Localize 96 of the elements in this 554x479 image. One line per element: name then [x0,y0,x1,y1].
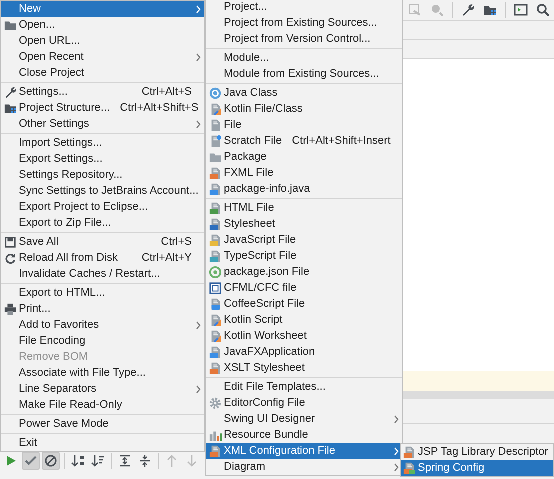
menu-item[interactable]: Export Project to Eclipse... [1,199,204,215]
stop-button[interactable] [42,452,60,470]
menu-item[interactable]: Swing UI Designer [206,411,402,427]
sort-icon [71,454,85,468]
menu-item[interactable]: Settings... Ctrl+Alt+S [1,84,204,100]
collapse-all-icon [138,454,152,468]
menu-item[interactable]: Open Recent [1,49,204,65]
menu-item[interactable]: JSP Tag Library Descriptor [401,444,553,460]
menu-item[interactable]: XML Configuration File [206,443,402,459]
circle-icon [208,86,222,100]
gear-icon [208,396,222,410]
menu-item[interactable]: Project Structure... Ctrl+Alt+Shift+S [1,100,204,116]
menu-item[interactable]: Export to Zip File... [1,215,204,231]
menu-item[interactable]: Invalidate Caches / Restart... [1,266,204,282]
wrench-icon [461,3,475,17]
expand-all-icon [118,454,132,468]
menu-item[interactable]: JavaFXApplication [206,344,402,360]
menu-item[interactable]: Kotlin Script [206,312,402,328]
document-icon [208,166,222,180]
menu-item[interactable]: HTML File [206,200,402,216]
menu-item[interactable]: package-info.java [206,181,402,197]
menu-item[interactable]: FXML File [206,165,402,181]
folder-grid-icon [483,3,497,17]
menu-item[interactable]: Make File Read-Only [1,397,204,413]
shortcut-label: Ctrl+Alt+Shift+S [119,102,199,114]
search-button[interactable] [534,1,552,19]
document-icon [208,182,222,196]
menu-item[interactable]: File Encoding [1,333,204,349]
check-icon [24,454,38,468]
document-icon [208,362,222,374]
ring-icon [208,266,222,278]
menu-item[interactable]: Export Settings... [1,151,204,167]
menu-item[interactable]: Associate with File Type... [1,365,204,381]
up-arrow-icon [165,454,179,468]
document-icon [208,250,222,262]
square-icon [208,282,222,294]
check-button[interactable] [22,452,40,470]
menu-item[interactable]: Print... [1,301,204,317]
menu-item[interactable]: Sync Settings to JetBrains Account... [1,183,204,199]
menu-item[interactable]: Module from Existing Sources... [206,66,402,82]
menu-item[interactable]: JavaScript File [206,232,402,248]
menu-item[interactable]: Project... [206,0,402,15]
refresh-icon [4,252,16,264]
menu-item[interactable]: Spring Config [401,460,553,476]
menu-item[interactable]: New [1,1,204,17]
menu-item[interactable]: CFML/CFC file [206,280,402,296]
menu-item[interactable]: Edit File Templates... [206,379,402,395]
down-arrow-icon [185,454,199,468]
menu-item[interactable]: Import Settings... [1,135,204,151]
menu-item[interactable]: Close Project [1,65,204,81]
document-icon [208,346,222,358]
menu-item[interactable]: File [206,117,402,133]
menu-item[interactable]: Kotlin File/Class [206,101,402,117]
document-icon [208,444,222,458]
sort-icon [91,454,105,468]
wrench-icon [4,86,16,98]
shortcut-label: Ctrl+Alt+Shift+Insert [291,135,391,147]
menu-item[interactable]: Module... [206,50,402,66]
printer-icon [4,302,16,316]
document-icon [208,234,222,246]
document-icon [403,446,416,458]
menu-item[interactable]: Diagram [206,459,402,475]
menu-item[interactable]: EditorConfig File [206,395,402,411]
document-icon [403,462,416,474]
menu-item[interactable]: Other Settings [1,116,204,132]
document-icon [208,218,222,230]
menu-item[interactable]: Save All Ctrl+S [1,234,204,250]
menu-item[interactable]: TypeScript File [206,248,402,264]
menu-item[interactable]: XSLT Stylesheet [206,360,402,376]
menu-item[interactable]: Export to HTML... [1,285,204,301]
search-icon [536,3,550,17]
menu-item[interactable]: Power Save Mode [1,416,204,432]
shortcut-label: Ctrl+Alt+Y [140,252,192,264]
menu-item[interactable]: Open... [1,17,204,33]
menu-item[interactable]: Reload All from Disk Ctrl+Alt+Y [1,250,204,266]
menu-item[interactable]: Resource Bundle [206,427,402,443]
play-icon [4,454,18,468]
menu-item[interactable]: Stylesheet [206,216,402,232]
menu-item[interactable]: Open URL... [1,33,204,49]
window-icon [514,3,528,17]
document-icon [208,202,222,214]
shortcut-label: Ctrl+Alt+S [140,86,192,98]
menu-item[interactable]: Settings Repository... [1,167,204,183]
menu-item[interactable]: Line Separators [1,381,204,397]
menu-item[interactable]: Project from Version Control... [206,31,402,47]
menu-item[interactable]: Add to Favorites [1,317,204,333]
menu-item[interactable]: Project from Existing Sources... [206,15,402,31]
stop-icon [44,454,58,468]
menu-item[interactable]: Kotlin Worksheet [206,328,402,344]
menu-item[interactable]: Exit [1,435,204,451]
menu-item[interactable]: package.json File [206,264,402,280]
menu-item[interactable]: Scratch File Ctrl+Alt+Shift+Insert [206,133,402,149]
menu-item[interactable]: CoffeeScript File [206,296,402,312]
shortcut-label: Ctrl+S [160,236,192,248]
menu-item[interactable]: Java Class [206,85,402,101]
menu-item[interactable]: Package [206,149,402,165]
